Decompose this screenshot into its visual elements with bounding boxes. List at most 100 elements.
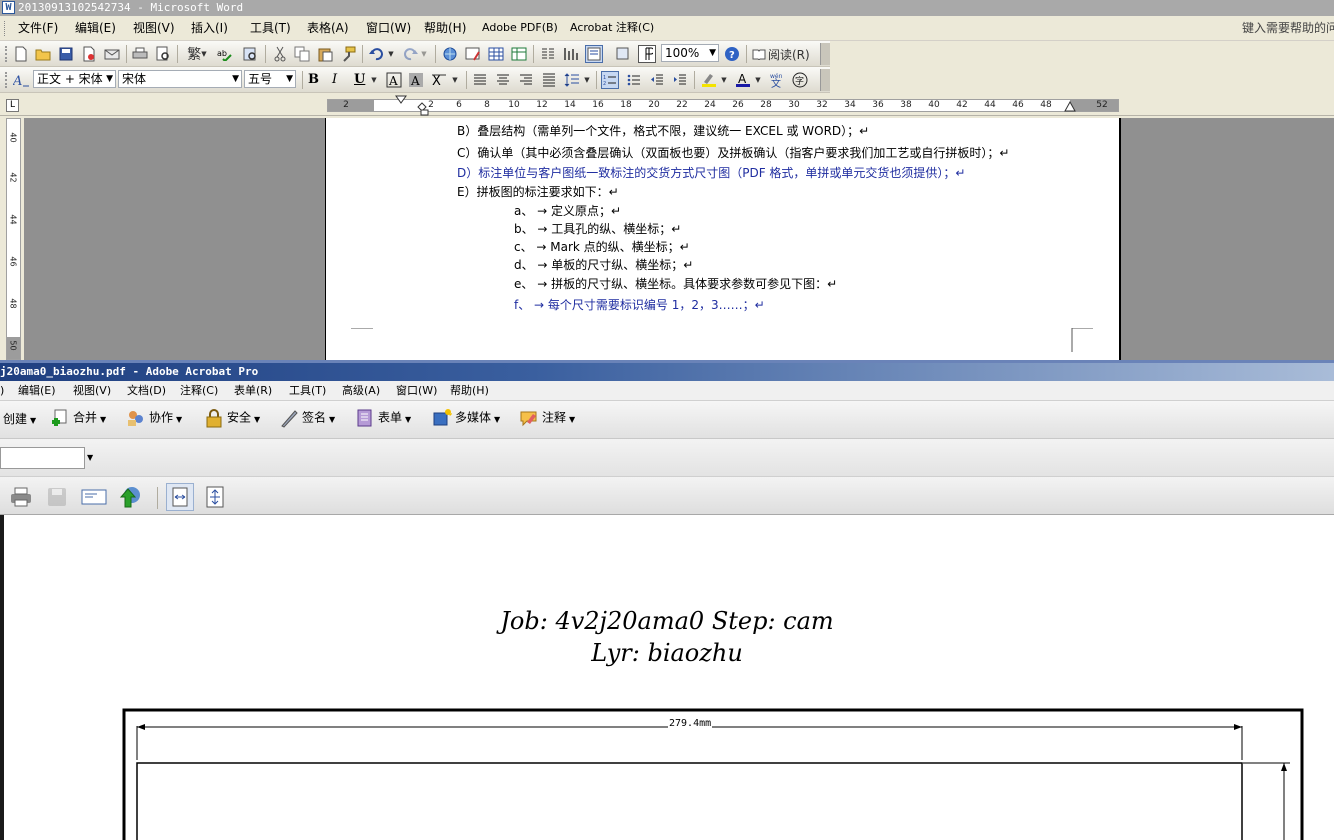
- word-title-bar[interactable]: W 20130913102542734 - Microsoft Word: [0, 0, 1334, 16]
- show-hide-formatting-icon[interactable]: [638, 45, 656, 63]
- menu-view[interactable]: 视图(V): [73, 384, 111, 398]
- bold-button[interactable]: B: [308, 72, 319, 87]
- tab-selector[interactable]: L: [6, 99, 19, 112]
- combine-button[interactable]: 合并 ▼: [50, 408, 106, 428]
- menu-help[interactable]: 帮助(H): [424, 21, 466, 35]
- reading-mode-button[interactable]: 阅读(R): [752, 45, 814, 63]
- menu-help[interactable]: 帮助(H): [450, 384, 489, 398]
- menu-advanced[interactable]: 高级(A): [342, 384, 380, 398]
- menu-forms[interactable]: 表单(R): [234, 384, 272, 398]
- drawing-icon[interactable]: [562, 45, 580, 63]
- font-select[interactable]: 宋体 ▼: [118, 70, 242, 88]
- menu-tools[interactable]: 工具(T): [289, 384, 326, 398]
- styles-formatting-icon[interactable]: A: [12, 71, 30, 89]
- toolbar-grip-icon[interactable]: [5, 72, 8, 88]
- undo-icon[interactable]: [368, 45, 386, 63]
- email-icon[interactable]: [103, 45, 121, 63]
- redo-icon[interactable]: [401, 45, 419, 63]
- italic-button[interactable]: I: [332, 72, 337, 87]
- permission-icon[interactable]: [80, 45, 98, 63]
- fit-page-icon[interactable]: [203, 485, 227, 509]
- menu-table[interactable]: 表格(A): [307, 21, 349, 35]
- tables-borders-icon[interactable]: [464, 45, 482, 63]
- insert-excel-icon[interactable]: [510, 45, 528, 63]
- acrobat-title-bar[interactable]: j20ama0_biaozhu.pdf - Adobe Acrobat Pro: [0, 363, 1334, 381]
- font-color-icon[interactable]: A: [734, 71, 752, 89]
- underline-dropdown-icon[interactable]: ▼: [369, 71, 379, 89]
- traditional-chinese-button[interactable]: 繁 ▼: [183, 45, 211, 63]
- menu-view[interactable]: 视图(V): [133, 21, 175, 35]
- enclose-char-icon[interactable]: 字: [791, 71, 809, 89]
- help-search-input[interactable]: 键入需要帮助的问题: [1242, 20, 1334, 37]
- open-folder-icon[interactable]: [34, 45, 52, 63]
- ruler-strip[interactable]: 2 2 4 6 8 10 12 14 16 18 20 22 24 26 28 …: [327, 99, 1119, 112]
- columns-icon[interactable]: [539, 45, 557, 63]
- fit-width-button[interactable]: [166, 483, 194, 511]
- menu-comments[interactable]: 注释(C): [180, 384, 218, 398]
- page-number-input[interactable]: [0, 447, 85, 469]
- highlight-dropdown-icon[interactable]: ▼: [719, 71, 729, 89]
- help-icon[interactable]: ?: [723, 45, 741, 63]
- menu-edit[interactable]: 编辑(E): [18, 384, 56, 398]
- toolbar-grip-icon[interactable]: [5, 46, 8, 62]
- phonetic-guide-icon[interactable]: wén 文: [768, 71, 786, 89]
- underline-button[interactable]: U: [354, 72, 365, 87]
- format-painter-icon[interactable]: [339, 45, 357, 63]
- new-document-icon[interactable]: [12, 45, 30, 63]
- font-size-select[interactable]: 五号 ▼: [244, 70, 296, 88]
- indent-markers-icon[interactable]: [395, 95, 435, 116]
- menu-tools[interactable]: 工具(T): [250, 21, 291, 35]
- menu-document[interactable]: 文档(D): [127, 384, 166, 398]
- forms-button[interactable]: 表单 ▼: [355, 408, 411, 428]
- menu-file[interactable]: 文件(F): [18, 21, 58, 35]
- page-dropdown-icon[interactable]: ▼: [87, 453, 93, 462]
- menu-acrobat-comments[interactable]: Acrobat 注释(C): [570, 21, 654, 35]
- spacing-dropdown-icon[interactable]: ▼: [582, 71, 592, 89]
- spelling-icon[interactable]: ab: [216, 45, 234, 63]
- multimedia-button[interactable]: 多媒体 ▼: [432, 408, 500, 428]
- document-map-icon[interactable]: [585, 45, 603, 63]
- print-preview-icon[interactable]: [154, 45, 172, 63]
- research-icon[interactable]: [241, 45, 259, 63]
- menu-insert[interactable]: 插入(I): [191, 21, 228, 35]
- align-justify-icon[interactable]: [471, 71, 489, 89]
- create-button[interactable]: 创建 ▼: [3, 410, 36, 427]
- char-shading-icon[interactable]: A: [407, 71, 425, 89]
- increase-indent-icon[interactable]: [671, 71, 689, 89]
- style-select[interactable]: 正文 + 宋体 ▼: [33, 70, 116, 88]
- menubar-grip-icon[interactable]: [4, 21, 7, 36]
- char-border-icon[interactable]: A: [385, 71, 403, 89]
- numbering-icon[interactable]: 12: [601, 71, 619, 89]
- line-spacing-icon[interactable]: [563, 71, 581, 89]
- right-indent-icon[interactable]: [1064, 101, 1076, 113]
- zoom-select[interactable]: 100% ▼: [661, 44, 719, 62]
- save-icon[interactable]: [57, 45, 75, 63]
- align-center-icon[interactable]: [494, 71, 512, 89]
- decrease-indent-icon[interactable]: [648, 71, 666, 89]
- menu-edit[interactable]: 编辑(E): [75, 21, 116, 35]
- print-icon[interactable]: [131, 45, 149, 63]
- undo-dropdown-icon[interactable]: ▼: [386, 45, 396, 63]
- redo-dropdown-icon[interactable]: ▼: [419, 45, 429, 63]
- bullets-icon[interactable]: [625, 71, 643, 89]
- insert-table-icon[interactable]: [487, 45, 505, 63]
- menu-file-partial[interactable]: ): [0, 384, 4, 398]
- cut-icon[interactable]: [271, 45, 289, 63]
- menu-window[interactable]: 窗口(W): [396, 384, 437, 398]
- vertical-ruler[interactable]: 40 42 44 46 48 50: [6, 118, 21, 360]
- paste-icon[interactable]: [316, 45, 334, 63]
- collaborate-button[interactable]: 协作 ▼: [126, 408, 182, 428]
- hyperlink-icon[interactable]: [441, 45, 459, 63]
- word-app-icon[interactable]: W: [2, 1, 15, 14]
- comment-button[interactable]: 注释 ▼: [519, 408, 575, 428]
- save-icon[interactable]: [46, 486, 68, 508]
- char-scaling-icon[interactable]: X: [430, 71, 448, 89]
- toolbar-options-icon[interactable]: [820, 69, 830, 91]
- print-icon[interactable]: [9, 486, 33, 508]
- copy-icon[interactable]: [293, 45, 311, 63]
- toolbar-options-icon[interactable]: [820, 43, 830, 65]
- distributed-icon[interactable]: [540, 71, 558, 89]
- pdf-view-area[interactable]: Job: 4v2j20ama0 Step: cam Lyr: biaozhu 2…: [0, 515, 1334, 840]
- document-page[interactable]: B）叠层结构（需单列一个文件，格式不限，建议统一 EXCEL 或 WORD）；↵…: [325, 118, 1121, 360]
- upload-icon[interactable]: [117, 485, 143, 509]
